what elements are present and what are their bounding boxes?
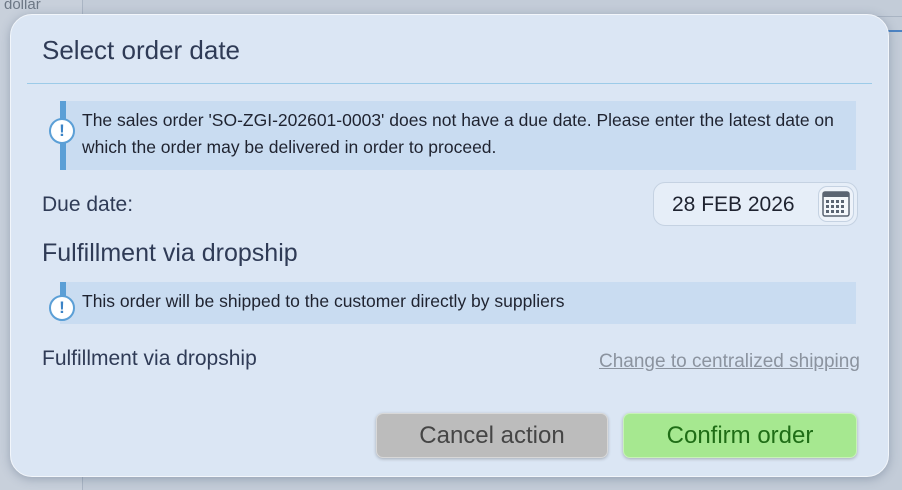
due-date-value[interactable]: 28 FEB 2026 (672, 193, 795, 217)
dropship-info-box: ! This order will be shipped to the cust… (49, 282, 856, 324)
fulfillment-mode-label: Fulfillment via dropship (42, 347, 257, 370)
due-date-info-box: ! The sales order 'SO-ZGI-202601-0003' d… (49, 101, 856, 170)
dropship-info-text: This order will be shipped to the custom… (82, 291, 565, 311)
due-date-field[interactable]: 28 FEB 2026 (653, 182, 858, 226)
dialog-title: Select order date (42, 35, 241, 65)
title-divider (27, 83, 872, 84)
calendar-icon (822, 191, 850, 217)
select-order-date-dialog: Select order date ! The sales order 'SO-… (10, 14, 889, 477)
change-to-centralized-shipping-link[interactable]: Change to centralized shipping (599, 351, 860, 373)
calendar-button[interactable] (818, 186, 854, 222)
background-text: dollar (4, 0, 41, 13)
due-date-label: Due date: (42, 193, 134, 216)
info-icon: ! (49, 118, 75, 144)
fulfillment-section-title: Fulfillment via dropship (42, 239, 298, 267)
confirm-order-button[interactable]: Confirm order (623, 413, 857, 458)
due-date-info-text: The sales order 'SO-ZGI-202601-0003' doe… (82, 110, 834, 157)
cancel-action-button[interactable]: Cancel action (376, 413, 608, 458)
info-icon: ! (49, 295, 75, 321)
